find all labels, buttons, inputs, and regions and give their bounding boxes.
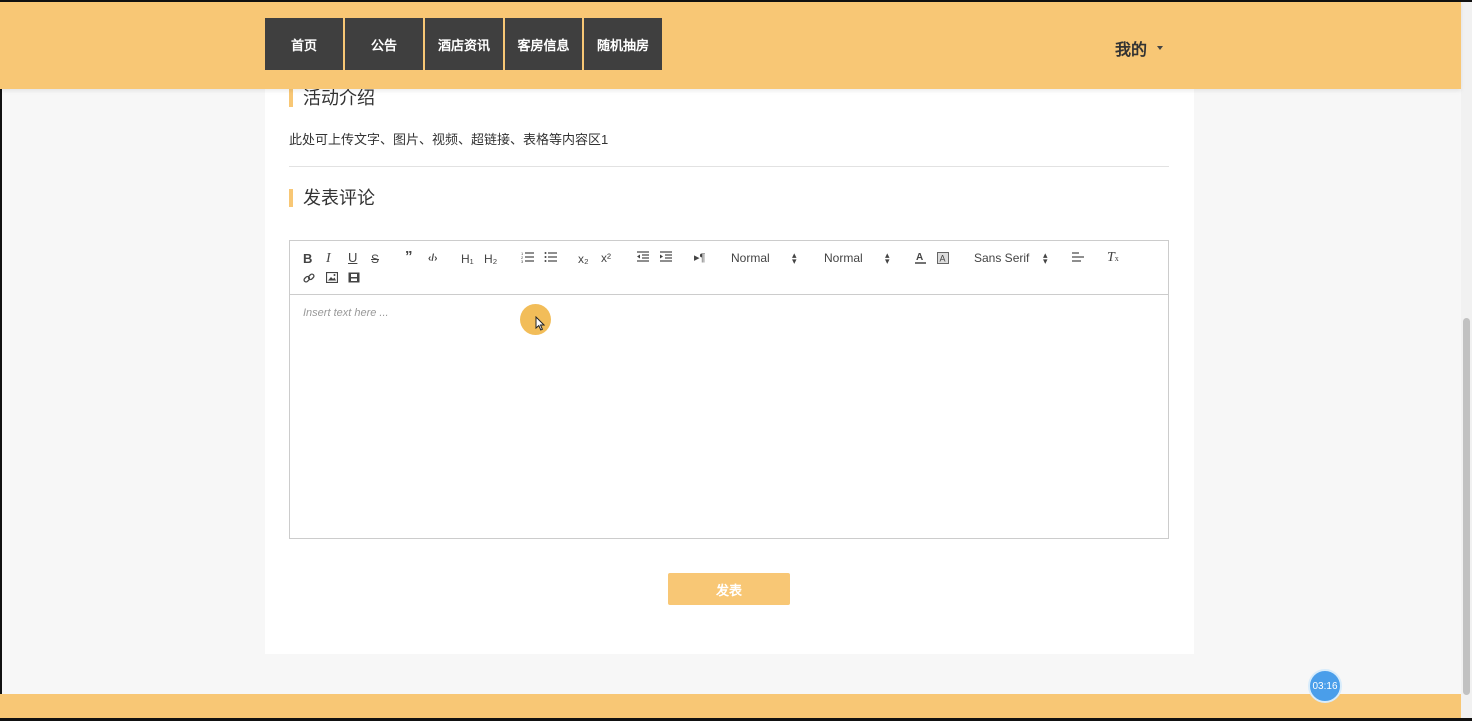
frame-left	[0, 0, 2, 721]
strike-icon[interactable]: S	[371, 252, 379, 266]
editor-text-area[interactable]: Insert text here ...	[290, 295, 1168, 538]
size-select-value: Normal	[824, 251, 863, 265]
nav-item-room-info[interactable]: 客房信息	[505, 18, 582, 70]
outdent-icon[interactable]	[637, 251, 649, 262]
chevron-down-icon	[1157, 46, 1164, 50]
bold-icon[interactable]: B	[303, 252, 312, 266]
header-select[interactable]: Normal ▴ ▾	[731, 251, 797, 266]
font-select-value: Sans Serif	[974, 251, 1030, 265]
main-nav: 首页 公告 酒店资讯 客房信息 随机抽房	[265, 18, 662, 70]
subscript-icon[interactable]: x₂	[578, 252, 589, 266]
rich-text-editor: B I U S ” ‹/› H₁ H₂ 123 x₂ x² ▸¶ Normal …	[289, 240, 1169, 539]
background-color-icon[interactable]: A	[937, 252, 949, 264]
mouse-pointer-icon	[535, 315, 546, 336]
section-divider	[289, 166, 1169, 167]
scrollbar-thumb[interactable]	[1463, 318, 1470, 695]
indent-icon[interactable]	[660, 251, 672, 262]
ordered-list-icon[interactable]: 123	[521, 251, 534, 263]
underline-icon[interactable]: U	[348, 251, 357, 265]
user-menu-label: 我的	[1115, 42, 1148, 59]
header-2-icon[interactable]: H₂	[484, 252, 497, 266]
comment-section-title: 发表评论	[289, 189, 375, 207]
select-arrows-icon: ▴ ▾	[885, 250, 890, 266]
align-icon[interactable]	[1072, 252, 1084, 263]
top-navbar: 首页 公告 酒店资讯 客房信息 随机抽房 我的	[0, 2, 1461, 89]
select-arrows-icon: ▴ ▾	[792, 250, 797, 266]
editor-toolbar: B I U S ” ‹/› H₁ H₂ 123 x₂ x² ▸¶ Normal …	[290, 241, 1168, 295]
blockquote-icon[interactable]: ”	[405, 249, 413, 264]
nav-item-home[interactable]: 首页	[265, 18, 343, 70]
user-menu-dropdown[interactable]: 我的	[1115, 36, 1164, 60]
recording-timer-badge: 03:16	[1308, 669, 1342, 703]
content-card: 活动介绍 此处可上传文字、图片、视频、超链接、表格等内容区1 发表评论 B I …	[265, 89, 1194, 654]
bullet-list-icon[interactable]	[544, 251, 557, 263]
activity-section-title: 活动介绍	[289, 89, 375, 107]
page-footer	[0, 694, 1461, 718]
size-select[interactable]: Normal ▴ ▾	[824, 251, 890, 266]
svg-text:A: A	[940, 254, 946, 264]
italic-icon[interactable]: I	[326, 252, 331, 266]
font-select[interactable]: Sans Serif ▴ ▾	[974, 251, 1048, 266]
text-direction-icon[interactable]: ▸¶	[694, 251, 705, 265]
header-1-icon[interactable]: H₁	[461, 252, 474, 266]
link-icon[interactable]	[303, 272, 315, 284]
activity-content: 此处可上传文字、图片、视频、超链接、表格等内容区1	[289, 132, 609, 147]
superscript-icon[interactable]: x²	[601, 251, 611, 265]
submit-comment-button[interactable]: 发表	[668, 573, 790, 605]
editor-placeholder: Insert text here ...	[303, 307, 389, 319]
header-select-value: Normal	[731, 251, 770, 265]
nav-item-announcement[interactable]: 公告	[345, 18, 423, 70]
clear-format-icon[interactable]: Tx	[1107, 251, 1119, 266]
nav-item-random-room[interactable]: 随机抽房	[584, 18, 662, 70]
select-arrows-icon: ▴ ▾	[1043, 250, 1048, 266]
nav-item-hotel-news[interactable]: 酒店资讯	[425, 18, 503, 70]
svg-text:A: A	[916, 252, 923, 263]
svg-text:3: 3	[521, 259, 524, 263]
code-block-icon[interactable]: ‹/›	[428, 252, 437, 266]
page-scrollbar[interactable]	[1461, 2, 1472, 718]
image-icon[interactable]	[326, 272, 338, 283]
text-color-icon[interactable]: A	[915, 251, 926, 264]
video-icon[interactable]	[348, 272, 360, 283]
